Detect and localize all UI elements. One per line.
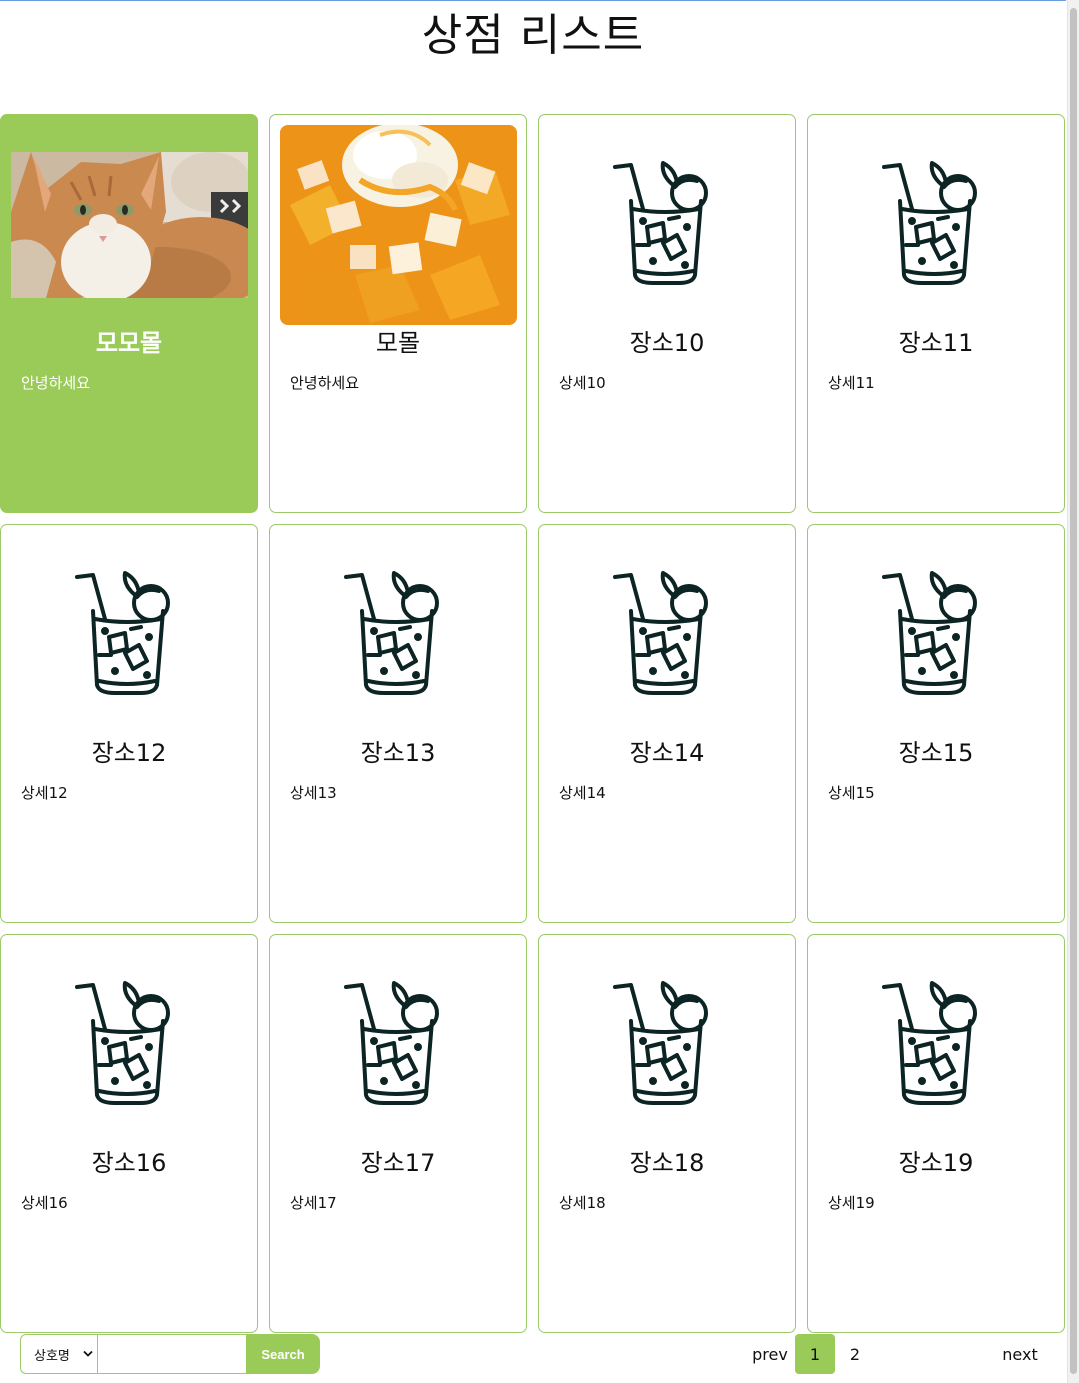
store-description: 상세13 [290,784,337,802]
search-input[interactable] [97,1334,247,1374]
store-card[interactable]: 모모몰 안녕하세요 [0,114,258,513]
store-card[interactable]: 장소12 상세12 [0,524,258,923]
pagination-page-current[interactable]: 1 [795,1334,835,1374]
store-card[interactable]: 장소11 상세11 [807,114,1065,513]
store-name: 장소15 [898,739,974,767]
iced-drink-icon [613,161,715,287]
store-description: 안녕하세요 [290,374,360,392]
store-card[interactable]: 장소16 상세16 [0,934,258,1333]
store-name: 모모몰 [95,329,163,357]
pagination-prev[interactable]: prev [749,1334,791,1374]
store-name: 장소16 [91,1149,167,1177]
store-card[interactable]: 장소13 상세13 [269,524,527,923]
store-name: 장소12 [91,739,167,767]
store-card[interactable]: 모몰 안녕하세요 [269,114,527,513]
store-name: 장소19 [898,1149,974,1177]
iced-drink-icon [344,571,446,697]
store-description: 상세17 [290,1194,337,1212]
iced-drink-icon [882,981,984,1107]
iced-drink-icon [75,571,177,697]
iced-drink-icon [613,981,715,1107]
store-description: 상세18 [559,1194,606,1212]
scrollbar-thumb[interactable] [1070,8,1077,1374]
store-description: 상세16 [21,1194,68,1212]
search-category-value: 상호명 [34,1348,70,1364]
page-title: 상점 리스트 [421,10,645,61]
mango-bingsu-photo [280,125,517,325]
store-grid: 모모몰 안녕하세요 모몰 안녕하세요 장소10 상세10 장소11 상세11 장… [0,114,1066,1333]
search-button[interactable]: Search [246,1334,320,1374]
pagination-page[interactable]: 2 [838,1334,872,1374]
store-description: 상세10 [559,374,606,392]
store-description: 상세19 [828,1194,875,1212]
store-card[interactable]: 장소18 상세18 [538,934,796,1333]
chevron-down-icon [83,1350,93,1357]
search-category-select[interactable]: 상호명 [20,1334,97,1374]
cat-photo [11,152,257,307]
store-name: 장소10 [629,329,705,357]
store-description: 상세14 [559,784,606,802]
scrollbar[interactable] [1067,0,1079,1383]
store-name: 장소14 [629,739,705,767]
pagination-next[interactable]: next [997,1334,1043,1374]
store-description: 상세11 [828,374,875,392]
iced-drink-icon [613,571,715,697]
store-name: 장소18 [629,1149,705,1177]
store-name: 장소17 [360,1149,436,1177]
store-name: 모몰 [375,329,421,357]
store-card[interactable]: 장소15 상세15 [807,524,1065,923]
store-description: 상세12 [21,784,68,802]
store-description: 상세15 [828,784,875,802]
store-card[interactable]: 장소14 상세14 [538,524,796,923]
iced-drink-icon [882,571,984,697]
store-description: 안녕하세요 [21,374,91,392]
store-card[interactable]: 장소17 상세17 [269,934,527,1333]
store-name: 장소13 [360,739,436,767]
store-card[interactable]: 장소19 상세19 [807,934,1065,1333]
iced-drink-icon [75,981,177,1107]
store-card[interactable]: 장소10 상세10 [538,114,796,513]
iced-drink-icon [882,161,984,287]
search-and-pagination-bar: 상호명 Search prev 1 2 next [0,1333,1066,1383]
top-rule [0,0,1066,1]
iced-drink-icon [344,981,446,1107]
store-name: 장소11 [898,329,974,357]
